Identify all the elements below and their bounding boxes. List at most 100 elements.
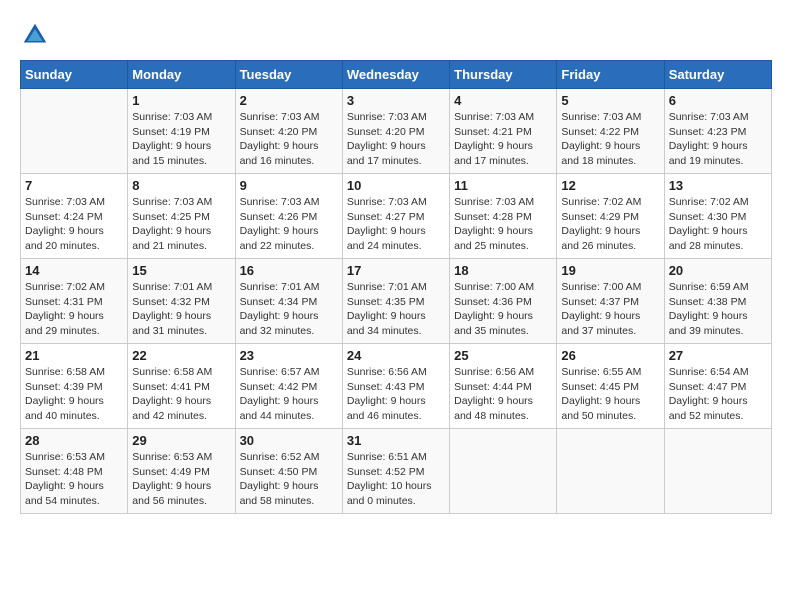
day-number: 30 <box>240 433 338 448</box>
day-cell: 18 Sunrise: 7:00 AMSunset: 4:36 PMDayligh… <box>450 259 557 344</box>
day-number: 27 <box>669 348 767 363</box>
day-cell: 25 Sunrise: 6:56 AMSunset: 4:44 PMDayligh… <box>450 344 557 429</box>
week-row-2: 7 Sunrise: 7:03 AMSunset: 4:24 PMDaylight… <box>21 174 772 259</box>
day-info: Sunrise: 7:03 AMSunset: 4:28 PMDaylight:… <box>454 195 552 254</box>
day-number: 19 <box>561 263 659 278</box>
weekday-header-sunday: Sunday <box>21 61 128 89</box>
day-number: 25 <box>454 348 552 363</box>
day-info: Sunrise: 6:58 AMSunset: 4:41 PMDaylight:… <box>132 365 230 424</box>
day-cell: 6 Sunrise: 7:03 AMSunset: 4:23 PMDaylight… <box>664 89 771 174</box>
day-info: Sunrise: 6:51 AMSunset: 4:52 PMDaylight:… <box>347 450 445 509</box>
day-number: 9 <box>240 178 338 193</box>
week-row-5: 28Sunrise: 6:53 AMSunset: 4:48 PMDayligh… <box>21 429 772 514</box>
day-cell: 15 Sunrise: 7:01 AMSunset: 4:32 PMDayligh… <box>128 259 235 344</box>
day-number: 7 <box>25 178 123 193</box>
day-cell: 11 Sunrise: 7:03 AMSunset: 4:28 PMDayligh… <box>450 174 557 259</box>
weekday-header-thursday: Thursday <box>450 61 557 89</box>
weekday-header-tuesday: Tuesday <box>235 61 342 89</box>
day-info: Sunrise: 6:58 AMSunset: 4:39 PMDaylight:… <box>25 365 123 424</box>
day-cell: 14 Sunrise: 7:02 AMSunset: 4:31 PMDayligh… <box>21 259 128 344</box>
weekday-header-row: SundayMondayTuesdayWednesdayThursdayFrid… <box>21 61 772 89</box>
day-info: Sunrise: 6:52 AMSunset: 4:50 PMDaylight:… <box>240 450 338 509</box>
day-number: 16 <box>240 263 338 278</box>
day-number: 20 <box>669 263 767 278</box>
day-info: Sunrise: 6:56 AMSunset: 4:43 PMDaylight:… <box>347 365 445 424</box>
day-cell: 22 Sunrise: 6:58 AMSunset: 4:41 PMDayligh… <box>128 344 235 429</box>
logo <box>20 20 54 50</box>
day-cell: 17 Sunrise: 7:01 AMSunset: 4:35 PMDayligh… <box>342 259 449 344</box>
day-info: Sunrise: 7:03 AMSunset: 4:19 PMDaylight:… <box>132 110 230 169</box>
day-info: Sunrise: 7:03 AMSunset: 4:25 PMDaylight:… <box>132 195 230 254</box>
day-number: 17 <box>347 263 445 278</box>
day-cell: 21 Sunrise: 6:58 AMSunset: 4:39 PMDayligh… <box>21 344 128 429</box>
day-number: 6 <box>669 93 767 108</box>
day-number: 3 <box>347 93 445 108</box>
day-cell: 12Sunrise: 7:02 AMSunset: 4:29 PMDayligh… <box>557 174 664 259</box>
weekday-header-wednesday: Wednesday <box>342 61 449 89</box>
day-number: 10 <box>347 178 445 193</box>
day-info: Sunrise: 6:57 AMSunset: 4:42 PMDaylight:… <box>240 365 338 424</box>
day-number: 12 <box>561 178 659 193</box>
week-row-4: 21 Sunrise: 6:58 AMSunset: 4:39 PMDayligh… <box>21 344 772 429</box>
day-cell: 9 Sunrise: 7:03 AMSunset: 4:26 PMDaylight… <box>235 174 342 259</box>
day-cell: 24 Sunrise: 6:56 AMSunset: 4:43 PMDayligh… <box>342 344 449 429</box>
day-cell: 26 Sunrise: 6:55 AMSunset: 4:45 PMDayligh… <box>557 344 664 429</box>
day-info: Sunrise: 7:03 AMSunset: 4:26 PMDaylight:… <box>240 195 338 254</box>
day-info: Sunrise: 7:01 AMSunset: 4:35 PMDaylight:… <box>347 280 445 339</box>
day-info: Sunrise: 7:03 AMSunset: 4:20 PMDaylight:… <box>347 110 445 169</box>
day-info: Sunrise: 7:03 AMSunset: 4:20 PMDaylight:… <box>240 110 338 169</box>
day-info: Sunrise: 7:00 AMSunset: 4:36 PMDaylight:… <box>454 280 552 339</box>
day-number: 1 <box>132 93 230 108</box>
day-cell: 3 Sunrise: 7:03 AMSunset: 4:20 PMDaylight… <box>342 89 449 174</box>
day-info: Sunrise: 6:54 AMSunset: 4:47 PMDaylight:… <box>669 365 767 424</box>
day-info: Sunrise: 6:59 AMSunset: 4:38 PMDaylight:… <box>669 280 767 339</box>
day-number: 11 <box>454 178 552 193</box>
day-info: Sunrise: 7:03 AMSunset: 4:23 PMDaylight:… <box>669 110 767 169</box>
day-cell: 19 Sunrise: 7:00 AMSunset: 4:37 PMDayligh… <box>557 259 664 344</box>
day-number: 15 <box>132 263 230 278</box>
day-info: Sunrise: 7:03 AMSunset: 4:24 PMDaylight:… <box>25 195 123 254</box>
day-number: 28 <box>25 433 123 448</box>
day-number: 2 <box>240 93 338 108</box>
day-info: Sunrise: 7:03 AMSunset: 4:21 PMDaylight:… <box>454 110 552 169</box>
day-number: 24 <box>347 348 445 363</box>
day-number: 8 <box>132 178 230 193</box>
day-cell: 16Sunrise: 7:01 AMSunset: 4:34 PMDayligh… <box>235 259 342 344</box>
day-info: Sunrise: 7:02 AMSunset: 4:30 PMDaylight:… <box>669 195 767 254</box>
day-number: 26 <box>561 348 659 363</box>
day-info: Sunrise: 7:03 AMSunset: 4:22 PMDaylight:… <box>561 110 659 169</box>
weekday-header-saturday: Saturday <box>664 61 771 89</box>
day-number: 13 <box>669 178 767 193</box>
day-cell: 8 Sunrise: 7:03 AMSunset: 4:25 PMDaylight… <box>128 174 235 259</box>
day-cell: 29 Sunrise: 6:53 AMSunset: 4:49 PMDayligh… <box>128 429 235 514</box>
day-number: 21 <box>25 348 123 363</box>
day-number: 5 <box>561 93 659 108</box>
day-number: 14 <box>25 263 123 278</box>
day-info: Sunrise: 6:55 AMSunset: 4:45 PMDaylight:… <box>561 365 659 424</box>
day-cell: 2 Sunrise: 7:03 AMSunset: 4:20 PMDaylight… <box>235 89 342 174</box>
day-cell: 28Sunrise: 6:53 AMSunset: 4:48 PMDayligh… <box>21 429 128 514</box>
day-info: Sunrise: 7:03 AMSunset: 4:27 PMDaylight:… <box>347 195 445 254</box>
day-cell <box>21 89 128 174</box>
day-cell: 7 Sunrise: 7:03 AMSunset: 4:24 PMDaylight… <box>21 174 128 259</box>
weekday-header-friday: Friday <box>557 61 664 89</box>
day-info: Sunrise: 7:00 AMSunset: 4:37 PMDaylight:… <box>561 280 659 339</box>
day-info: Sunrise: 7:01 AMSunset: 4:32 PMDaylight:… <box>132 280 230 339</box>
day-cell: 4 Sunrise: 7:03 AMSunset: 4:21 PMDaylight… <box>450 89 557 174</box>
day-cell: 1 Sunrise: 7:03 AMSunset: 4:19 PMDaylight… <box>128 89 235 174</box>
logo-icon <box>20 20 50 50</box>
day-cell <box>664 429 771 514</box>
page-container: SundayMondayTuesdayWednesdayThursdayFrid… <box>20 20 772 514</box>
day-cell: 31 Sunrise: 6:51 AMSunset: 4:52 PMDayligh… <box>342 429 449 514</box>
day-cell: 27 Sunrise: 6:54 AMSunset: 4:47 PMDayligh… <box>664 344 771 429</box>
day-number: 4 <box>454 93 552 108</box>
day-info: Sunrise: 6:56 AMSunset: 4:44 PMDaylight:… <box>454 365 552 424</box>
day-number: 29 <box>132 433 230 448</box>
header <box>20 20 772 50</box>
day-info: Sunrise: 6:53 AMSunset: 4:49 PMDaylight:… <box>132 450 230 509</box>
day-number: 22 <box>132 348 230 363</box>
day-info: Sunrise: 7:02 AMSunset: 4:31 PMDaylight:… <box>25 280 123 339</box>
day-cell: 13 Sunrise: 7:02 AMSunset: 4:30 PMDayligh… <box>664 174 771 259</box>
day-number: 31 <box>347 433 445 448</box>
day-number: 18 <box>454 263 552 278</box>
